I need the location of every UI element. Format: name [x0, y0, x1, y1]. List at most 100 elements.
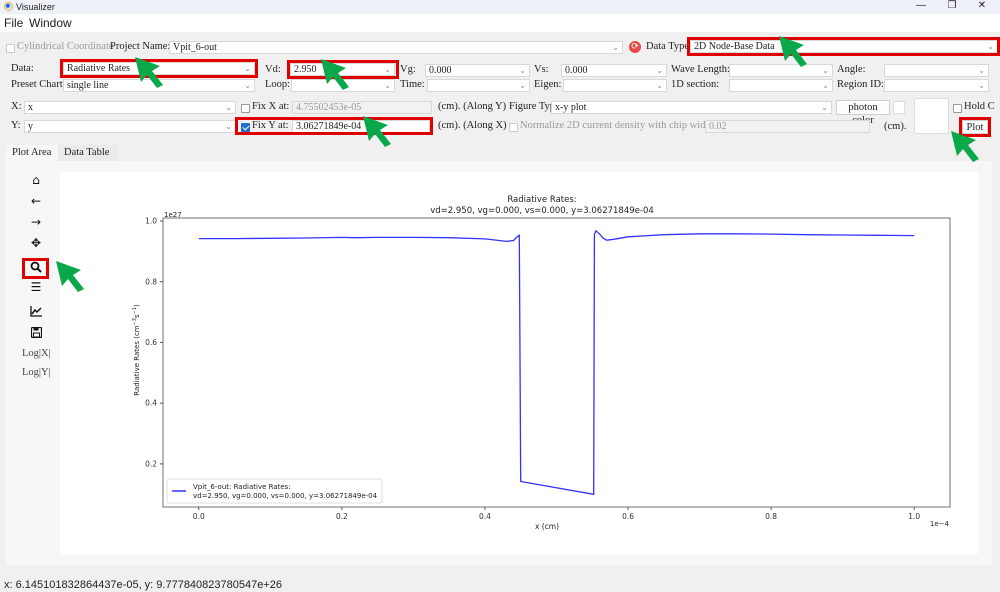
- subplots-config-icon[interactable]: ☰: [22, 280, 50, 298]
- pan-icon[interactable]: ✥: [22, 236, 50, 254]
- x-tick-label: 0.8: [765, 512, 777, 521]
- chevron-down-icon: ⌄: [519, 81, 526, 90]
- time-label: Time:: [400, 79, 425, 90]
- preset-chart-label: Preset Chart:: [11, 79, 66, 90]
- x-tick-label: 0.0: [193, 512, 205, 521]
- angle-select[interactable]: ⌄: [884, 64, 989, 77]
- color-preview-box[interactable]: [914, 98, 949, 134]
- data-value: Radiative Rates: [67, 63, 131, 74]
- preset-chart-select[interactable]: single line ⌄: [63, 79, 255, 92]
- fix-y-input[interactable]: 3.06271849e-04: [292, 120, 430, 133]
- cursor-coordinates-status: x: 6.145101832864437e-05, y: 9.777840823…: [4, 579, 283, 591]
- normalize-checkbox[interactable]: [509, 123, 518, 132]
- y-tick-label: 0.4: [145, 399, 157, 408]
- cylindrical-checkbox[interactable]: [6, 44, 15, 53]
- chevron-down-icon: ⌄: [821, 103, 828, 112]
- hold-checkbox[interactable]: [953, 104, 962, 113]
- vs-select[interactable]: 0.000 ⌄: [561, 64, 667, 77]
- figure-type-value: x-y plot: [555, 102, 587, 113]
- vg-label: Vg:: [400, 64, 416, 75]
- chevron-down-icon: ⌄: [822, 66, 829, 75]
- x-axis-label: X:: [11, 101, 22, 112]
- chevron-down-icon: ⌄: [978, 81, 985, 90]
- vd-select[interactable]: 2.950 ⌄: [290, 63, 395, 76]
- chevron-down-icon: ⌄: [244, 81, 251, 90]
- section-1d-select[interactable]: ⌄: [729, 79, 833, 92]
- vg-value: 0.000: [429, 65, 452, 76]
- vg-select[interactable]: 0.000 ⌄: [425, 64, 530, 77]
- time-select[interactable]: ⌄: [427, 79, 530, 92]
- y-axis-label: Radiative Rates (cm−3s−1): [132, 304, 141, 396]
- chevron-down-icon: ⌄: [225, 122, 232, 131]
- legend-label: Vpit_6-out: Radiative Rates:: [193, 483, 291, 491]
- back-arrow-icon[interactable]: ←: [22, 194, 50, 212]
- home-icon[interactable]: ⌂: [22, 173, 50, 191]
- normalize-unit: (cm).: [884, 121, 907, 132]
- vs-label: Vs:: [534, 64, 549, 75]
- photon-color-swatch[interactable]: [893, 101, 905, 114]
- data-type-select[interactable]: 2D Node-Base Data ⌄: [690, 40, 998, 53]
- project-name-label: Project Name:: [110, 41, 171, 52]
- preset-chart-value: single line: [67, 80, 109, 91]
- chevron-down-icon: ⌄: [225, 103, 232, 112]
- section-1d-label: 1D section:: [671, 79, 720, 90]
- loop-select[interactable]: ⌄: [291, 79, 395, 92]
- x-offset-label: 1e−4: [930, 520, 950, 528]
- region-id-select[interactable]: ⌄: [884, 79, 989, 92]
- line-chart-glyph: [29, 306, 42, 317]
- menu-window[interactable]: Window: [29, 16, 72, 30]
- log-y-button[interactable]: Log|Y|: [22, 367, 51, 385]
- chevron-down-icon: ⌄: [987, 42, 994, 51]
- normalize-input[interactable]: 0.02: [705, 120, 870, 133]
- save-icon[interactable]: [22, 324, 50, 342]
- chevron-down-icon: ⌄: [822, 81, 829, 90]
- fix-x-checkbox[interactable]: [241, 104, 250, 113]
- fix-x-input[interactable]: 4.75502453e-05: [292, 101, 432, 114]
- fix-y-checkbox[interactable]: [241, 123, 250, 132]
- plot-button[interactable]: Plot: [962, 120, 988, 134]
- y-offset-label: 1e27: [164, 211, 182, 219]
- x-tick-label: 0.4: [479, 512, 491, 521]
- plot-frame: [162, 217, 951, 508]
- data-type-value: 2D Node-Base Data: [694, 41, 775, 52]
- tab-plot-area[interactable]: Plot Area: [6, 145, 58, 161]
- chevron-down-icon: ⌄: [656, 81, 663, 90]
- refresh-icon[interactable]: ⟳: [629, 41, 641, 53]
- y-axis-select[interactable]: y ⌄: [24, 120, 236, 133]
- eigen-select[interactable]: ⌄: [563, 79, 667, 92]
- y-axis-value: y: [28, 121, 33, 132]
- minimize-button[interactable]: —: [906, 0, 936, 11]
- log-x-button[interactable]: Log|X|: [22, 348, 51, 366]
- data-select[interactable]: Radiative Rates ⌄: [63, 62, 255, 75]
- x-axis-label: x (cm): [535, 522, 559, 531]
- legend-label-line2: vd=2.950, vg=0.000, vs=0.000, y=3.062718…: [193, 492, 378, 500]
- chevron-down-icon: ⌄: [384, 65, 391, 74]
- figure-type-select[interactable]: x-y plot ⌄: [551, 101, 832, 114]
- loop-label: Loop:: [265, 79, 291, 90]
- x-axis-value: x: [28, 102, 33, 113]
- menu-file[interactable]: File: [4, 16, 23, 30]
- x-tick-label: 0.6: [622, 512, 634, 521]
- fix-x-label: Fix X at:: [252, 101, 290, 112]
- fix-y-unit: (cm). (Along X): [438, 120, 507, 131]
- chart-svg[interactable]: 0.0 0.2 0.4 0.6 0.8 1.0 0.2 0.4 0.6 0.8 1.0 Vpit_6-…: [60, 172, 978, 554]
- wavelength-select[interactable]: ⌄: [729, 64, 833, 77]
- cylindrical-label: Cylindrical Coordinate: [17, 41, 114, 52]
- plot-canvas[interactable]: 0.0 0.2 0.4 0.6 0.8 1.0 0.2 0.4 0.6 0.8 1.0 Vpit_6-…: [60, 172, 978, 554]
- x-tick-label: 1.0: [908, 512, 920, 521]
- zoom-icon[interactable]: [22, 258, 50, 276]
- x-axis-select[interactable]: x ⌄: [24, 101, 236, 114]
- edit-axis-icon[interactable]: [22, 302, 50, 320]
- y-tick-label: 1.0: [145, 217, 157, 226]
- eigen-label: Eigen:: [534, 79, 562, 90]
- tab-data-table[interactable]: Data Table: [58, 145, 118, 161]
- chevron-down-icon: ⌄: [978, 66, 985, 75]
- close-button[interactable]: ✕: [967, 0, 997, 11]
- restore-button[interactable]: ❐: [937, 0, 967, 11]
- region-id-label: Region ID:: [837, 79, 884, 90]
- chevron-down-icon: ⌄: [612, 43, 619, 52]
- forward-arrow-icon[interactable]: →: [22, 215, 50, 233]
- photon-color-button[interactable]: photon color: [836, 100, 890, 126]
- project-name-select[interactable]: Vpit_6-out ⌄: [169, 41, 623, 54]
- chart-title: Radiative Rates:: [507, 195, 576, 205]
